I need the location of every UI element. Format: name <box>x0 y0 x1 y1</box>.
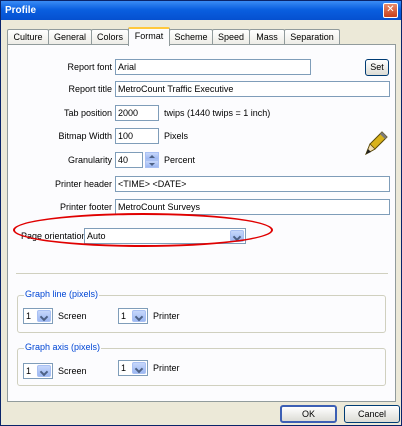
tab-colors[interactable]: Colors <box>91 29 129 45</box>
granularity-field[interactable]: 40 <box>115 152 143 168</box>
bitmap-width-unit: Pixels <box>164 131 189 141</box>
profile-dialog: Profile ✕ Culture General Colors Format … <box>0 0 402 426</box>
chevron-down-icon[interactable] <box>132 310 146 322</box>
graph-line-printer-select[interactable]: 1 <box>118 308 148 324</box>
bitmap-width-label: Bitmap Width <box>58 131 112 141</box>
spin-up-icon[interactable] <box>145 152 159 160</box>
bitmap-width-field[interactable]: 100 <box>115 128 159 144</box>
report-title-field[interactable]: MetroCount Traffic Executive <box>115 81 390 97</box>
highlight-ellipse <box>13 213 273 247</box>
graph-axis-printer-label: Printer <box>153 363 180 373</box>
graph-axis-screen-select[interactable]: 1 <box>23 363 53 379</box>
tab-scheme[interactable]: Scheme <box>169 29 213 45</box>
tab-separation[interactable]: Separation <box>284 29 340 45</box>
printer-footer-label: Printer footer <box>59 202 112 212</box>
graph-axis-group: Graph axis (pixels) 1 Screen 1 Printer <box>17 342 386 386</box>
report-title-label: Report title <box>68 84 112 94</box>
tab-position-field[interactable]: 2000 <box>115 105 159 121</box>
graph-axis-title: Graph axis (pixels) <box>24 342 102 352</box>
tab-format[interactable]: Format <box>128 27 170 46</box>
set-font-button[interactable]: Set <box>365 59 389 76</box>
section-divider <box>16 273 388 274</box>
tab-mass[interactable]: Mass <box>249 29 285 45</box>
tab-speed[interactable]: Speed <box>212 29 250 45</box>
report-font-field[interactable]: Arial <box>115 59 311 75</box>
tab-position-label: Tab position <box>63 108 112 118</box>
printer-header-label: Printer header <box>54 179 112 189</box>
graph-axis-screen-value: 1 <box>26 366 32 376</box>
cancel-button[interactable]: Cancel <box>344 405 400 423</box>
spin-down-icon[interactable] <box>145 160 159 168</box>
title-bar[interactable]: Profile ✕ <box>1 1 401 20</box>
granularity-spinner[interactable] <box>145 152 159 168</box>
chevron-down-icon[interactable] <box>37 365 51 377</box>
graph-line-group: Graph line (pixels) 1 Screen 1 Printer <box>17 289 386 333</box>
graph-axis-printer-select[interactable]: 1 <box>118 360 148 376</box>
window-title: Profile <box>5 5 37 16</box>
printer-header-field[interactable]: <TIME> <DATE> <box>115 176 390 192</box>
tab-culture[interactable]: Culture <box>7 29 49 45</box>
ok-button[interactable]: OK <box>280 405 337 423</box>
graph-axis-screen-label: Screen <box>58 366 87 376</box>
granularity-label: Granularity <box>67 155 112 165</box>
graph-axis-printer-value: 1 <box>121 363 127 373</box>
chevron-down-icon[interactable] <box>37 310 51 322</box>
tab-position-unit: twips (1440 twips = 1 inch) <box>164 108 271 118</box>
report-font-label: Report font <box>67 62 112 72</box>
graph-line-printer-label: Printer <box>153 311 180 321</box>
tab-general[interactable]: General <box>48 29 92 45</box>
granularity-unit: Percent <box>164 155 196 165</box>
pen-icon <box>365 131 388 156</box>
graph-line-title: Graph line (pixels) <box>24 289 100 299</box>
graph-line-screen-select[interactable]: 1 <box>23 308 53 324</box>
graph-line-printer-value: 1 <box>121 311 127 321</box>
chevron-down-icon[interactable] <box>132 362 146 374</box>
graph-line-screen-value: 1 <box>26 311 32 321</box>
close-button[interactable]: ✕ <box>383 3 398 18</box>
graph-line-screen-label: Screen <box>58 311 87 321</box>
